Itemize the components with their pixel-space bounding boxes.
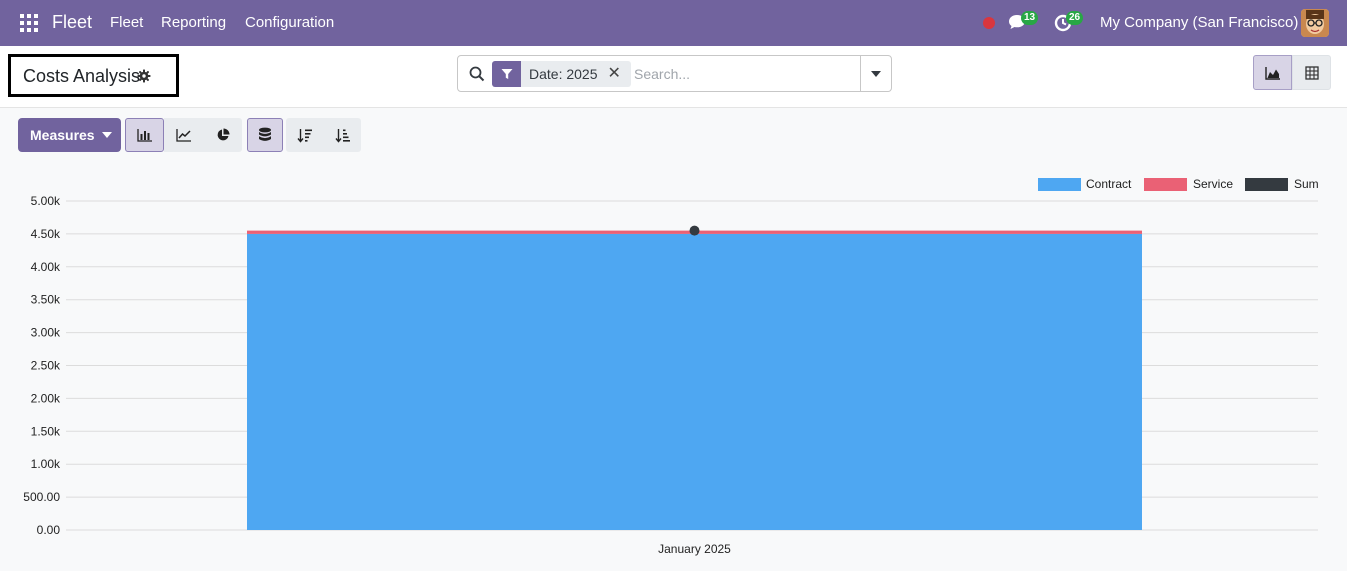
top-navbar: Fleet Fleet Reporting Configuration 13 2… (0, 0, 1347, 46)
y-tick-label: 1.50k (31, 424, 61, 438)
contract-area (247, 233, 1142, 530)
control-panel: Costs Analysis Date: 2025 ✕ (0, 46, 1347, 108)
y-tick-label: 2.50k (31, 359, 61, 373)
search-options-toggle[interactable] (860, 56, 891, 91)
stacked-button[interactable] (247, 118, 283, 152)
menu-reporting[interactable]: Reporting (161, 14, 226, 31)
search-bar: Date: 2025 ✕ (457, 55, 892, 92)
view-switcher (1253, 55, 1331, 90)
line-chart-button[interactable] (164, 118, 203, 152)
y-tick-label: 1.00k (31, 457, 61, 471)
bar-chart-button[interactable] (125, 118, 164, 152)
y-tick-label: 3.00k (31, 326, 61, 340)
legend-swatch-sum (1245, 178, 1288, 191)
stacked-toggle-group (247, 118, 283, 152)
graph-view-button[interactable] (1253, 55, 1292, 90)
measures-button[interactable]: Measures (18, 118, 121, 152)
measures-label: Measures (30, 127, 95, 143)
search-icon[interactable] (469, 66, 485, 82)
pie-chart-button[interactable] (203, 118, 242, 152)
pivot-view-button[interactable] (1292, 55, 1331, 90)
line-chart-icon (175, 129, 191, 142)
pie-chart-icon (217, 128, 229, 141)
sum-point (689, 225, 700, 236)
legend-swatch-contract (1038, 178, 1081, 191)
title-highlight-box: Costs Analysis (8, 54, 179, 97)
app-brand[interactable]: Fleet (52, 12, 92, 33)
caret-down-icon (871, 70, 881, 77)
caret-down-icon (101, 132, 112, 138)
apps-menu-icon[interactable] (20, 14, 38, 32)
area-chart-icon (1264, 66, 1280, 80)
search-facet-date: Date: 2025 ✕ (492, 61, 631, 87)
facet-label: Date: 2025 (521, 61, 606, 87)
search-input[interactable] (634, 64, 854, 84)
sort-descending-button[interactable] (286, 118, 324, 152)
legend-swatch-service (1144, 178, 1187, 191)
sort-group (286, 118, 361, 152)
y-tick-label: 500.00 (23, 490, 60, 504)
gear-icon[interactable] (137, 69, 151, 83)
costs-area-chart: 0.00 500.00 1.00k 1.50k 2.00k 2.50k 3.00k 3.50k… (23, 177, 1319, 556)
chart-type-group (125, 118, 242, 152)
y-tick-label: 2.00k (31, 391, 61, 405)
facet-remove-icon[interactable]: ✕ (605, 61, 631, 87)
menu-configuration[interactable]: Configuration (245, 14, 334, 31)
sort-ascending-button[interactable] (324, 118, 361, 152)
y-tick-label: 4.00k (31, 260, 61, 274)
table-grid-icon (1304, 65, 1319, 80)
x-tick-label: January 2025 (658, 542, 731, 556)
messages-badge: 13 (1021, 11, 1039, 25)
y-tick-label: 0.00 (37, 523, 61, 537)
legend-label-service: Service (1193, 177, 1233, 191)
y-tick-label: 3.50k (31, 293, 61, 307)
legend-label-contract: Contract (1086, 177, 1132, 191)
database-stack-icon (259, 127, 271, 141)
bar-chart-icon (136, 129, 152, 142)
filter-icon (492, 61, 521, 87)
graph-content: Measures 0.00 500.00 1.00k 1.50k 2.00k 2… (0, 108, 1347, 571)
sort-descending-icon (297, 128, 312, 143)
legend-label-sum: Sum (1294, 177, 1319, 191)
menu-fleet[interactable]: Fleet (110, 14, 143, 31)
page-title: Costs Analysis (23, 66, 141, 86)
y-tick-label: 5.00k (31, 194, 61, 208)
user-avatar[interactable] (1301, 9, 1329, 37)
y-tick-label: 4.50k (31, 227, 61, 241)
activities-badge: 26 (1066, 11, 1084, 25)
avatar-face-icon (1301, 9, 1329, 37)
company-switcher[interactable]: My Company (San Francisco) (1100, 14, 1298, 31)
record-indicator-icon[interactable] (983, 17, 995, 29)
sort-ascending-icon (334, 128, 350, 143)
